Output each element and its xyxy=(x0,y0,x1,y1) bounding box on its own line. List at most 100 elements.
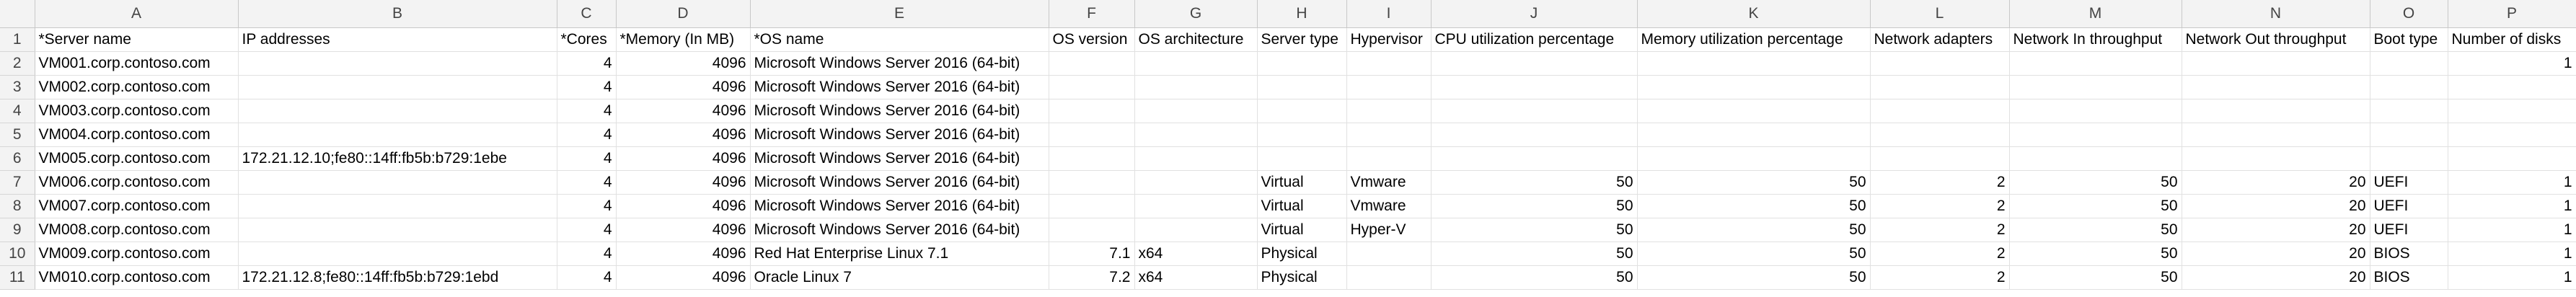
cell-k7[interactable]: 50 xyxy=(1637,170,1871,195)
cell-b4[interactable] xyxy=(238,99,557,123)
cell-i4[interactable] xyxy=(1346,99,1432,123)
cell-m11[interactable]: 50 xyxy=(2009,265,2182,290)
column-header-b[interactable]: B xyxy=(238,0,557,28)
cell-l1[interactable]: Network adapters xyxy=(1870,27,2010,52)
column-header-g[interactable]: G xyxy=(1134,0,1258,28)
cell-p6[interactable] xyxy=(2448,146,2576,171)
cell-o3[interactable] xyxy=(2370,75,2448,99)
column-header-a[interactable]: A xyxy=(35,0,239,28)
row-header[interactable]: 5 xyxy=(0,123,35,147)
cell-a3[interactable]: VM002.corp.contoso.com xyxy=(35,75,239,99)
cell-a5[interactable]: VM004.corp.contoso.com xyxy=(35,123,239,147)
cell-k8[interactable]: 50 xyxy=(1637,194,1871,218)
cell-o5[interactable] xyxy=(2370,123,2448,147)
cell-o4[interactable] xyxy=(2370,99,2448,123)
row-header[interactable]: 6 xyxy=(0,146,35,171)
cell-k2[interactable] xyxy=(1637,51,1871,76)
cell-h9[interactable]: Virtual xyxy=(1257,218,1347,242)
cell-b9[interactable] xyxy=(238,218,557,242)
cell-n11[interactable]: 20 xyxy=(2182,265,2370,290)
cell-k6[interactable] xyxy=(1637,146,1871,171)
cell-n10[interactable]: 20 xyxy=(2182,241,2370,266)
row-header[interactable]: 4 xyxy=(0,99,35,123)
cell-a9[interactable]: VM008.corp.contoso.com xyxy=(35,218,239,242)
cell-p1[interactable]: Number of disks xyxy=(2448,27,2576,52)
cell-p3[interactable] xyxy=(2448,75,2576,99)
cell-m8[interactable]: 50 xyxy=(2009,194,2182,218)
cell-c7[interactable]: 4 xyxy=(557,170,617,195)
cell-c4[interactable]: 4 xyxy=(557,99,617,123)
cell-j9[interactable]: 50 xyxy=(1431,218,1638,242)
cell-e10[interactable]: Red Hat Enterprise Linux 7.1 xyxy=(750,241,1049,266)
cell-c11[interactable]: 4 xyxy=(557,265,617,290)
cell-j1[interactable]: CPU utilization percentage xyxy=(1431,27,1638,52)
cell-p8[interactable]: 1 xyxy=(2448,194,2576,218)
cell-i11[interactable] xyxy=(1346,265,1432,290)
cell-d6[interactable]: 4096 xyxy=(616,146,751,171)
cell-p4[interactable] xyxy=(2448,99,2576,123)
cell-m4[interactable] xyxy=(2009,99,2182,123)
cell-e6[interactable]: Microsoft Windows Server 2016 (64-bit) xyxy=(750,146,1049,171)
cell-e1[interactable]: *OS name xyxy=(750,27,1049,52)
cell-d2[interactable]: 4096 xyxy=(616,51,751,76)
cell-c3[interactable]: 4 xyxy=(557,75,617,99)
cell-k11[interactable]: 50 xyxy=(1637,265,1871,290)
cell-i5[interactable] xyxy=(1346,123,1432,147)
cell-m7[interactable]: 50 xyxy=(2009,170,2182,195)
select-all-corner[interactable] xyxy=(0,0,35,28)
cell-l7[interactable]: 2 xyxy=(1870,170,2010,195)
cell-f8[interactable] xyxy=(1049,194,1135,218)
cell-o6[interactable] xyxy=(2370,146,2448,171)
cell-p10[interactable]: 1 xyxy=(2448,241,2576,266)
column-header-e[interactable]: E xyxy=(750,0,1049,28)
cell-i6[interactable] xyxy=(1346,146,1432,171)
cell-p11[interactable]: 1 xyxy=(2448,265,2576,290)
cell-j7[interactable]: 50 xyxy=(1431,170,1638,195)
cell-j4[interactable] xyxy=(1431,99,1638,123)
cell-j8[interactable]: 50 xyxy=(1431,194,1638,218)
cell-a1[interactable]: *Server name xyxy=(35,27,239,52)
cell-h1[interactable]: Server type xyxy=(1257,27,1347,52)
cell-g4[interactable] xyxy=(1134,99,1258,123)
cell-a2[interactable]: VM001.corp.contoso.com xyxy=(35,51,239,76)
cell-b1[interactable]: IP addresses xyxy=(238,27,557,52)
cell-l3[interactable] xyxy=(1870,75,2010,99)
cell-m1[interactable]: Network In throughput xyxy=(2009,27,2182,52)
cell-d10[interactable]: 4096 xyxy=(616,241,751,266)
cell-f4[interactable] xyxy=(1049,99,1135,123)
cell-g9[interactable] xyxy=(1134,218,1258,242)
cell-e3[interactable]: Microsoft Windows Server 2016 (64-bit) xyxy=(750,75,1049,99)
cell-n8[interactable]: 20 xyxy=(2182,194,2370,218)
row-header[interactable]: 11 xyxy=(0,265,35,290)
cell-c1[interactable]: *Cores xyxy=(557,27,617,52)
row-header[interactable]: 1 xyxy=(0,27,35,52)
cell-n1[interactable]: Network Out throughput xyxy=(2182,27,2370,52)
cell-d11[interactable]: 4096 xyxy=(616,265,751,290)
column-header-d[interactable]: D xyxy=(616,0,751,28)
cell-e2[interactable]: Microsoft Windows Server 2016 (64-bit) xyxy=(750,51,1049,76)
cell-j11[interactable]: 50 xyxy=(1431,265,1638,290)
cell-k1[interactable]: Memory utilization percentage xyxy=(1637,27,1871,52)
cell-k4[interactable] xyxy=(1637,99,1871,123)
cell-g2[interactable] xyxy=(1134,51,1258,76)
cell-m6[interactable] xyxy=(2009,146,2182,171)
column-header-c[interactable]: C xyxy=(557,0,617,28)
cell-i10[interactable] xyxy=(1346,241,1432,266)
cell-e11[interactable]: Oracle Linux 7 xyxy=(750,265,1049,290)
cell-b2[interactable] xyxy=(238,51,557,76)
column-header-f[interactable]: F xyxy=(1049,0,1135,28)
cell-n7[interactable]: 20 xyxy=(2182,170,2370,195)
cell-c10[interactable]: 4 xyxy=(557,241,617,266)
cell-a8[interactable]: VM007.corp.contoso.com xyxy=(35,194,239,218)
cell-l4[interactable] xyxy=(1870,99,2010,123)
cell-d4[interactable]: 4096 xyxy=(616,99,751,123)
cell-n5[interactable] xyxy=(2182,123,2370,147)
cell-b7[interactable] xyxy=(238,170,557,195)
cell-p7[interactable]: 1 xyxy=(2448,170,2576,195)
column-header-l[interactable]: L xyxy=(1870,0,2010,28)
cell-g7[interactable] xyxy=(1134,170,1258,195)
cell-f6[interactable] xyxy=(1049,146,1135,171)
cell-b10[interactable] xyxy=(238,241,557,266)
cell-o9[interactable]: UEFI xyxy=(2370,218,2448,242)
cell-k10[interactable]: 50 xyxy=(1637,241,1871,266)
